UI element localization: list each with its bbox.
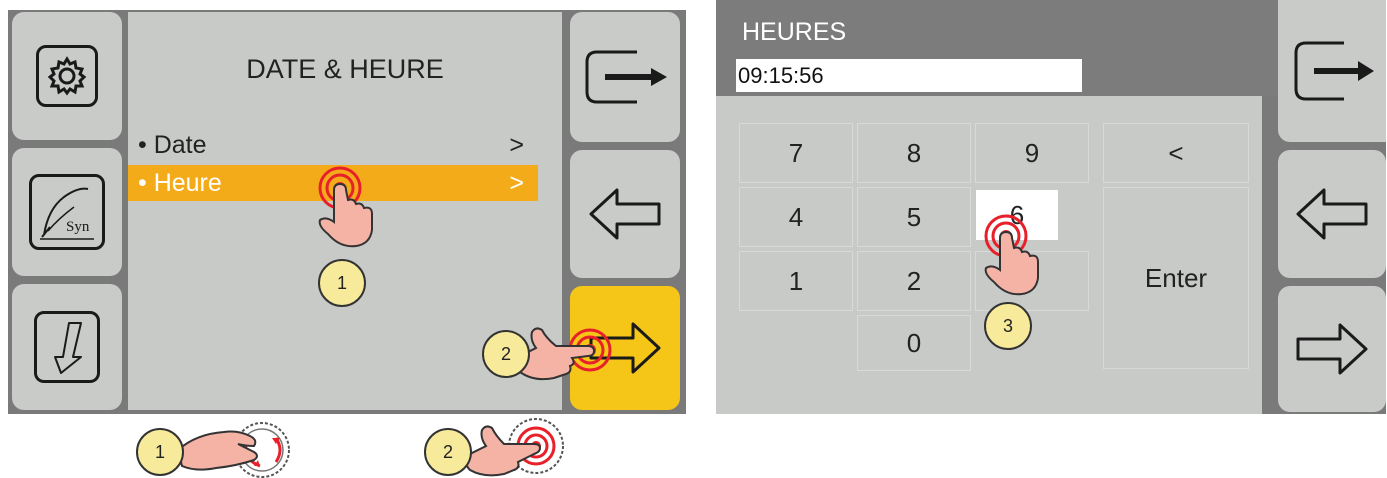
step-badge: 2	[424, 428, 472, 476]
draw-icon-frame	[34, 311, 100, 383]
arrow-left-icon	[589, 188, 661, 240]
tap-hand-icon	[318, 166, 373, 248]
back-button[interactable]	[1278, 150, 1386, 278]
settings-button[interactable]	[12, 12, 122, 140]
arrow-right-icon	[1296, 323, 1368, 375]
key-8[interactable]: 8	[857, 123, 971, 183]
step-badge: 3	[984, 302, 1032, 350]
draw-down-button[interactable]	[12, 284, 122, 410]
back-button[interactable]	[570, 150, 680, 278]
gear-icon-frame	[36, 45, 98, 107]
key-0[interactable]: 0	[857, 315, 971, 371]
step-badge: 1	[318, 259, 366, 307]
syn-button[interactable]: Syn	[12, 148, 122, 276]
gear-icon	[47, 56, 87, 96]
menu-item-heure-label: • Heure	[138, 168, 222, 197]
exit-icon	[585, 50, 667, 104]
push-knob-hand-icon	[465, 418, 564, 477]
enter-key[interactable]: Enter	[1103, 187, 1249, 369]
chevron-right-icon: >	[509, 168, 524, 197]
time-entry-header: HEURES 09:15:56	[716, 0, 1278, 96]
backspace-key[interactable]: <	[1103, 123, 1249, 183]
time-entry-title: HEURES	[742, 18, 847, 46]
exit-button[interactable]	[570, 12, 680, 142]
time-input[interactable]: 09:15:56	[736, 59, 1082, 92]
arrow-down-stroke-icon	[54, 322, 82, 374]
arrow-left-icon	[1296, 188, 1368, 240]
syn-signature-icon: Syn	[40, 187, 94, 240]
key-1[interactable]: 1	[739, 251, 853, 311]
step-badge: 1	[136, 428, 184, 476]
syn-label: Syn	[66, 219, 90, 235]
key-7[interactable]: 7	[739, 123, 853, 183]
key-2[interactable]: 2	[857, 251, 971, 311]
menu-title: DATE & HEURE	[246, 54, 444, 84]
tap-hand-icon	[984, 214, 1039, 296]
syn-icon-frame: Syn	[29, 174, 105, 250]
chevron-right-icon: >	[509, 130, 524, 159]
step-badge: 2	[482, 330, 530, 378]
next-button[interactable]	[1278, 286, 1386, 412]
key-5[interactable]: 5	[857, 187, 971, 247]
rotate-knob-hand-icon	[176, 422, 290, 478]
menu-item-date-label: • Date	[138, 130, 207, 159]
exit-button[interactable]	[1278, 0, 1386, 142]
exit-icon	[1294, 41, 1374, 101]
menu-item-date[interactable]: • Date >	[128, 127, 538, 163]
key-9[interactable]: 9	[975, 123, 1089, 183]
key-4[interactable]: 4	[739, 187, 853, 247]
